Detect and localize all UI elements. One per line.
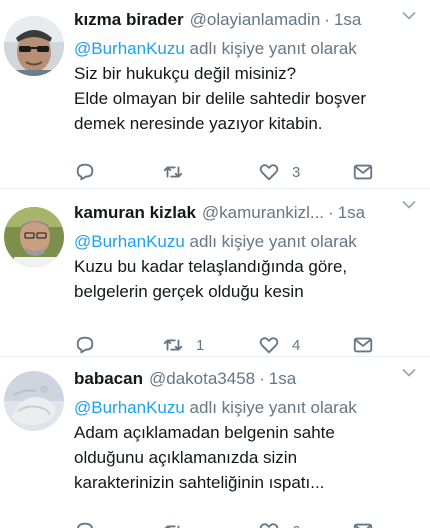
reply-button[interactable]: [74, 519, 108, 528]
reply-icon: [74, 161, 96, 183]
user-handle[interactable]: @dakota3458: [149, 369, 255, 389]
tweet-feed: kızma birader @olayianlamadin · 1sa @Bur…: [0, 0, 430, 528]
display-name[interactable]: kamuran kizlak: [74, 203, 196, 223]
reply-button[interactable]: [74, 160, 108, 184]
heart-icon: [258, 334, 280, 356]
reply-context: @BurhanKuzu adlı kişiye yanıt olarak: [74, 229, 422, 254]
retweet-icon: [162, 520, 184, 528]
reply-mention-link[interactable]: @BurhanKuzu: [74, 232, 185, 251]
reply-context: @BurhanKuzu adlı kişiye yanıt olarak: [74, 395, 422, 420]
direct-message-button[interactable]: [352, 333, 374, 357]
user-handle[interactable]: @olayianlamadin: [190, 10, 321, 30]
timestamp[interactable]: 1sa: [334, 10, 361, 30]
tweet-actions: 6: [74, 519, 404, 528]
chevron-down-icon[interactable]: [402, 197, 416, 209]
envelope-icon: [352, 161, 374, 183]
like-count: 6: [292, 523, 300, 528]
like-count: 3: [292, 163, 301, 181]
tweet-header: kamuran kizlak @kamurankizl... · 1sa: [74, 203, 422, 229]
reply-context: @BurhanKuzu adlı kişiye yanıt olarak: [74, 36, 422, 61]
reply-context-text: adlı kişiye yanıt olarak: [184, 398, 357, 417]
tweet-header: babacan @dakota3458 · 1sa: [74, 369, 422, 395]
like-button[interactable]: 6: [258, 519, 300, 528]
tweet-text-line: Adam açıklamadan belgenin sahte: [74, 423, 335, 442]
reply-button[interactable]: [74, 333, 108, 357]
tweet-actions: 1 4: [74, 333, 404, 357]
envelope-icon: [352, 520, 374, 528]
tweet[interactable]: kamuran kizlak @kamurankizl... · 1sa @Bu…: [0, 189, 430, 356]
chevron-down-icon[interactable]: [402, 8, 416, 20]
tweet-header: kızma birader @olayianlamadin · 1sa: [74, 10, 422, 36]
tweet-body: kızma birader @olayianlamadin · 1sa @Bur…: [74, 10, 422, 181]
retweet-button[interactable]: [162, 160, 196, 184]
heart-icon: [258, 161, 280, 183]
reply-context-text: adlı kişiye yanıt olarak: [184, 39, 357, 58]
retweet-button[interactable]: [162, 519, 196, 528]
tweet-text-line: karakterinizin sahteliğinin ıspatı...: [74, 473, 325, 492]
like-count: 4: [292, 336, 301, 354]
user-handle[interactable]: @kamurankizl...: [202, 203, 324, 223]
heart-icon: [258, 520, 280, 528]
separator-dot: ·: [259, 369, 265, 388]
retweet-icon: [162, 161, 184, 183]
tweet-body: kamuran kizlak @kamurankizl... · 1sa @Bu…: [74, 203, 422, 354]
avatar[interactable]: [4, 16, 64, 76]
tweet-actions: 3: [74, 160, 404, 184]
retweet-count: 1: [196, 336, 205, 354]
chevron-down-icon[interactable]: [402, 365, 416, 377]
separator-dot: ·: [324, 10, 330, 29]
tweet-text: Kuzu bu kadar telaşlandığında göre, belg…: [74, 254, 422, 304]
direct-message-button[interactable]: [352, 519, 374, 528]
tweet-text: Siz bir hukukçu değil misiniz? Elde olma…: [74, 61, 422, 136]
timestamp[interactable]: 1sa: [269, 369, 296, 389]
separator-dot: ·: [328, 203, 334, 222]
like-button[interactable]: 4: [258, 333, 300, 357]
retweet-button[interactable]: 1: [162, 333, 204, 357]
display-name[interactable]: kızma birader: [74, 10, 184, 30]
reply-mention-link[interactable]: @BurhanKuzu: [74, 39, 185, 58]
tweet[interactable]: babacan @dakota3458 · 1sa @BurhanKuzu ad…: [0, 357, 430, 528]
retweet-icon: [162, 334, 184, 356]
tweet[interactable]: kızma birader @olayianlamadin · 1sa @Bur…: [0, 0, 430, 188]
tweet-text-line: Elde olmayan bir delile sahtedir boşver: [74, 89, 366, 108]
tweet-text-line: Siz bir hukukçu değil misiniz?: [74, 64, 297, 83]
timestamp[interactable]: 1sa: [338, 203, 365, 223]
display-name[interactable]: babacan: [74, 369, 143, 389]
tweet-text-line: demek neresinde yazıyor kitabin.: [74, 114, 323, 133]
reply-icon: [74, 334, 96, 356]
avatar[interactable]: [4, 371, 64, 431]
direct-message-button[interactable]: [352, 160, 374, 184]
reply-context-text: adlı kişiye yanıt olarak: [184, 232, 357, 251]
envelope-icon: [352, 334, 374, 356]
reply-icon: [74, 520, 96, 528]
tweet-text: Adam açıklamadan belgenin sahte olduğunu…: [74, 420, 422, 495]
avatar[interactable]: [4, 207, 64, 267]
like-button[interactable]: 3: [258, 160, 300, 184]
tweet-text-line: Kuzu bu kadar telaşlandığında göre,: [74, 257, 348, 276]
tweet-body: babacan @dakota3458 · 1sa @BurhanKuzu ad…: [74, 369, 422, 528]
tweet-text-line: olduğunu açıklamanızda sizin: [74, 448, 298, 467]
tweet-text-line: belgelerin gerçek olduğu kesin: [74, 282, 304, 301]
reply-mention-link[interactable]: @BurhanKuzu: [74, 398, 185, 417]
